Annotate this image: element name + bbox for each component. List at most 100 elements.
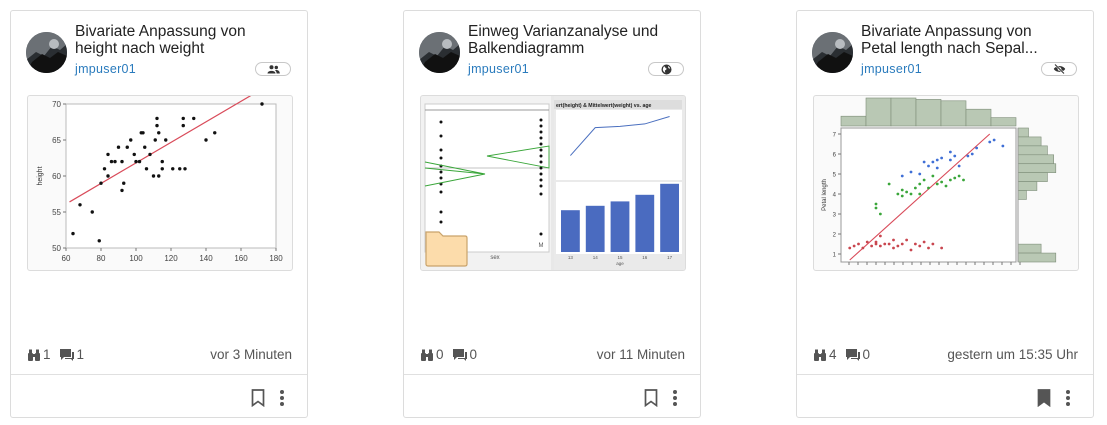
more-options-button[interactable] [1065,389,1071,412]
data-point [874,202,878,206]
x-tick-label: 14 [593,255,599,260]
share-status-badge[interactable] [648,62,684,76]
avatar[interactable] [419,32,460,73]
data-point [988,140,992,144]
data-point [852,244,856,248]
data-point [892,238,895,242]
bookmark-button[interactable] [1037,389,1051,412]
divider [404,374,700,375]
data-point [109,159,114,164]
avatar[interactable] [26,32,67,73]
data-point [909,192,913,196]
share-status-badge[interactable] [255,62,291,76]
data-point [134,159,138,164]
bookmark-button[interactable] [644,389,658,412]
anova-bar-chart-preview: sex Mert(height) & Mittelwert(weight) vs.… [421,96,685,270]
right-histogram-bar [1017,136,1042,147]
data-point [122,181,126,185]
x-tick-label: 13 [568,255,574,260]
group-icon [267,64,280,73]
data-point [896,244,900,248]
timestamp: gestern um 15:35 Uhr [947,347,1078,362]
top-histogram-bar [940,100,967,127]
x-tick-label: 140 [199,254,213,263]
more-options-button[interactable] [672,389,678,412]
data-point [918,172,922,176]
data-point [909,170,913,174]
report-thumbnail[interactable]: 60 80 100 120 140 160 180 50 55 60 65 70 height [27,95,293,271]
data-point [90,210,94,214]
comments-count: 0 [862,347,871,362]
y-tick-label: 4 [833,193,837,199]
data-point [439,210,443,214]
data-point [918,192,922,196]
data-point [931,242,935,246]
right-histogram-bar [1017,145,1048,156]
right-histogram-bar [1017,127,1029,138]
data-point [878,234,882,238]
data-point [164,138,168,142]
data-point [957,174,961,178]
data-point [953,154,957,158]
x-tick-label: 60 [62,254,71,263]
bar [660,183,679,252]
author-link[interactable]: jmpuser01 [468,62,529,76]
dashboard-card[interactable]: Bivariate Anpassung von height nach weig… [10,10,308,418]
data-point [539,172,543,176]
y-tick-label: 65 [52,136,61,145]
plot-area [65,103,277,249]
data-point [878,212,882,216]
y-tick-label: 6 [833,153,837,159]
data-point [160,167,164,171]
data-point [171,167,175,171]
data-point [970,152,974,156]
top-histogram-bar [840,115,867,127]
report-thumbnail[interactable]: sex Mert(height) & Mittelwert(weight) vs.… [420,95,686,271]
card-title[interactable]: Bivariate Anpassung von height nach weig… [75,23,290,57]
data-point [922,178,926,182]
dashboard-card[interactable]: Einweg Varianzanalyse und Balkendiagramm… [403,10,701,418]
data-point [905,190,909,194]
right-histogram-bar [1017,190,1027,200]
data-point [204,138,208,142]
share-status-badge[interactable] [1041,62,1077,76]
data-point [539,130,543,134]
data-point [935,158,939,162]
data-point [99,181,103,185]
comments-count: 1 [76,347,85,362]
right-histogram-bar [1017,154,1055,165]
card-title[interactable]: Einweg Varianzanalyse und Balkendiagramm [468,23,683,57]
data-point [887,182,891,186]
data-point [922,240,926,244]
data-point [113,159,117,164]
divider [797,374,1093,375]
line-plot-area [556,110,682,180]
scatter-plot: 60 80 100 120 140 160 180 50 55 60 65 70 height [37,96,283,263]
comments-count: 0 [469,347,478,362]
avatar[interactable] [812,32,853,73]
y-tick-label: 5 [833,173,837,179]
bookmark-button[interactable] [251,389,265,412]
data-point [865,240,869,244]
report-thumbnail[interactable]: 1 2 3 4 5 6 7 Petal length [813,95,1079,271]
y-tick-label: 1 [833,253,837,259]
data-point [848,246,852,250]
card-title[interactable]: Bivariate Anpassung von Petal length nac… [861,23,1076,57]
dashboard-card[interactable]: Bivariate Anpassung von Petal length nac… [796,10,1094,418]
data-point [953,176,957,180]
bar [635,194,655,252]
bookmark-filled-icon [1037,389,1051,408]
top-histogram-bar [915,99,942,127]
folder-icon [425,231,468,267]
author-link[interactable]: jmpuser01 [75,62,136,76]
data-point [439,156,443,160]
data-point [178,167,182,171]
more-options-button[interactable] [279,389,285,412]
author-link[interactable]: jmpuser01 [861,62,922,76]
x-tick-label: 100 [129,254,143,263]
data-point [155,116,159,121]
divider [11,374,307,375]
data-point [900,194,904,198]
timestamp: vor 11 Minuten [596,347,685,362]
timestamp: vor 3 Minuten [210,347,292,362]
